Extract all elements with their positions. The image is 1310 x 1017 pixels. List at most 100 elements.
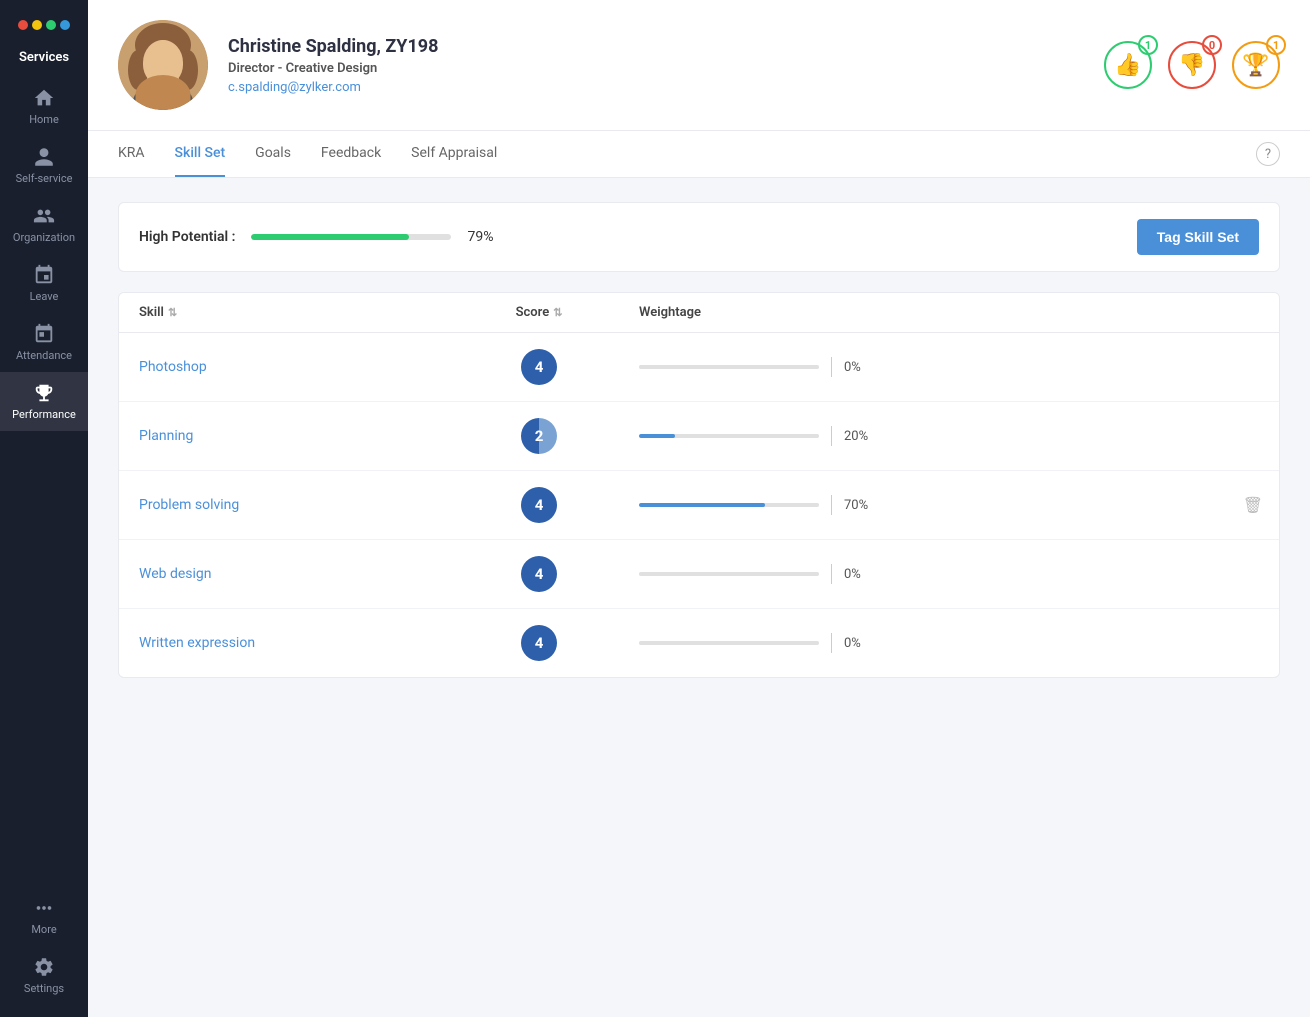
leave-icon bbox=[33, 264, 55, 286]
attendance-label: Attendance bbox=[16, 349, 72, 362]
sidebar-item-settings[interactable]: Settings bbox=[0, 946, 88, 1005]
settings-icon bbox=[33, 956, 55, 978]
weight-track-writtenexpression bbox=[639, 641, 819, 645]
potential-fill bbox=[251, 234, 409, 240]
help-icon[interactable]: ? bbox=[1256, 142, 1280, 166]
delete-icon-problemsolving[interactable]: 🗑 bbox=[1243, 496, 1263, 515]
weight-track-photoshop bbox=[639, 365, 819, 369]
profile-name: Christine Spalding, ZY198 bbox=[228, 36, 1084, 57]
weight-divider bbox=[831, 564, 832, 584]
logo-dot-red bbox=[18, 20, 28, 30]
weight-track-planning bbox=[639, 434, 819, 438]
tab-goals[interactable]: Goals bbox=[255, 131, 291, 177]
weight-pct-webdesign: 0% bbox=[844, 567, 884, 582]
table-row: Photoshop 4 0% bbox=[119, 333, 1279, 402]
thumbdown-badge: 0 👎 bbox=[1168, 41, 1216, 89]
skill-name-photoshop[interactable]: Photoshop bbox=[139, 359, 439, 375]
sidebar-item-leave[interactable]: Leave bbox=[0, 254, 88, 313]
sidebar-item-attendance[interactable]: Attendance bbox=[0, 313, 88, 372]
potential-percent: 79% bbox=[467, 229, 493, 245]
profile-role-title: Director bbox=[228, 61, 274, 76]
weight-fill-planning bbox=[639, 434, 675, 438]
home-label: Home bbox=[29, 113, 59, 126]
score-badge-problemsolving: 4 bbox=[521, 487, 557, 523]
skills-table-header: Skill ⇅ Score ⇅ Weightage bbox=[119, 293, 1279, 333]
table-row: Written expression 4 0% bbox=[119, 609, 1279, 677]
tab-kra[interactable]: KRA bbox=[118, 131, 145, 177]
tab-selfappraisal[interactable]: Self Appraisal bbox=[411, 131, 497, 177]
skill-name-writtenexpression[interactable]: Written expression bbox=[139, 635, 439, 651]
weight-fill-problemsolving bbox=[639, 503, 765, 507]
score-badge-photoshop: 4 bbox=[521, 349, 557, 385]
weight-divider bbox=[831, 633, 832, 653]
potential-bar: High Potential : 79% Tag Skill Set bbox=[118, 202, 1280, 272]
weight-divider bbox=[831, 357, 832, 377]
selfservice-label: Self-service bbox=[16, 172, 73, 185]
avatar-image bbox=[118, 20, 208, 110]
skill-sort-icon[interactable]: ⇅ bbox=[168, 306, 177, 319]
potential-label: High Potential : bbox=[139, 229, 235, 245]
score-badge-webdesign: 4 bbox=[521, 556, 557, 592]
potential-track bbox=[251, 234, 451, 240]
profile-info: Christine Spalding, ZY198 Director - Cre… bbox=[228, 36, 1084, 95]
award-button[interactable]: 🏆 bbox=[1232, 41, 1280, 89]
main-content: Christine Spalding, ZY198 Director - Cre… bbox=[88, 0, 1310, 1017]
sidebar: Services Home Self-service Organization … bbox=[0, 0, 88, 1017]
weightage-problemsolving: 70% bbox=[639, 495, 1259, 515]
app-logo bbox=[18, 12, 70, 38]
weight-divider bbox=[831, 426, 832, 446]
table-row: Problem solving 4 70% 🗑 bbox=[119, 471, 1279, 540]
weightage-planning: 20% bbox=[639, 426, 1259, 446]
profile-actions: 1 👍 0 👎 1 🏆 bbox=[1104, 41, 1280, 89]
settings-label: Settings bbox=[24, 982, 64, 995]
sidebar-item-home[interactable]: Home bbox=[0, 77, 88, 136]
profile-email[interactable]: c.spalding@zylker.com bbox=[228, 80, 1084, 95]
tab-skillset[interactable]: Skill Set bbox=[175, 131, 226, 177]
logo-dot-yellow bbox=[32, 20, 42, 30]
more-icon bbox=[33, 897, 55, 919]
skills-table: Skill ⇅ Score ⇅ Weightage Photoshop 4 bbox=[118, 292, 1280, 678]
selfservice-icon bbox=[33, 146, 55, 168]
more-label: More bbox=[31, 923, 56, 936]
sidebar-item-organization[interactable]: Organization bbox=[0, 195, 88, 254]
logo-dot-green bbox=[46, 20, 56, 30]
weightage-webdesign: 0% bbox=[639, 564, 1259, 584]
tabs-bar: KRA Skill Set Goals Feedback Self Apprai… bbox=[88, 131, 1310, 178]
thumbup-button[interactable]: 👍 bbox=[1104, 41, 1152, 89]
skill-name-problemsolving[interactable]: Problem solving bbox=[139, 497, 439, 513]
thumbdown-button[interactable]: 👎 bbox=[1168, 41, 1216, 89]
weight-pct-planning: 20% bbox=[844, 429, 884, 444]
score-badge-writtenexpression: 4 bbox=[521, 625, 557, 661]
avatar bbox=[118, 20, 208, 110]
score-sort-icon[interactable]: ⇅ bbox=[553, 306, 562, 319]
trophy-icon bbox=[33, 382, 55, 404]
weight-pct-problemsolving: 70% bbox=[844, 498, 884, 513]
profile-header: Christine Spalding, ZY198 Director - Cre… bbox=[88, 0, 1310, 131]
skill-name-webdesign[interactable]: Web design bbox=[139, 566, 439, 582]
weightage-photoshop: 0% bbox=[639, 357, 1259, 377]
profile-department: Creative Design bbox=[286, 61, 378, 76]
col-skill: Skill ⇅ bbox=[139, 305, 439, 320]
weight-pct-photoshop: 0% bbox=[844, 360, 884, 375]
profile-role-separator: - bbox=[278, 61, 286, 76]
org-label: Organization bbox=[13, 231, 75, 244]
tag-skill-button[interactable]: Tag Skill Set bbox=[1137, 219, 1259, 255]
weight-pct-writtenexpression: 0% bbox=[844, 636, 884, 651]
content-area: High Potential : 79% Tag Skill Set Skill… bbox=[88, 178, 1310, 1017]
services-label: Services bbox=[19, 46, 69, 77]
sidebar-item-performance[interactable]: Performance bbox=[0, 372, 88, 431]
weight-divider bbox=[831, 495, 832, 515]
profile-role: Director - Creative Design bbox=[228, 61, 1084, 76]
weight-track-webdesign bbox=[639, 572, 819, 576]
org-icon bbox=[33, 205, 55, 227]
skill-name-planning[interactable]: Planning bbox=[139, 428, 439, 444]
attendance-icon bbox=[33, 323, 55, 345]
col-score: Score ⇅ bbox=[439, 305, 639, 320]
performance-label: Performance bbox=[12, 408, 76, 421]
sidebar-item-selfservice[interactable]: Self-service bbox=[0, 136, 88, 195]
logo-dot-blue bbox=[60, 20, 70, 30]
tab-feedback[interactable]: Feedback bbox=[321, 131, 381, 177]
home-icon bbox=[33, 87, 55, 109]
sidebar-item-more[interactable]: More bbox=[0, 887, 88, 946]
score-badge-planning: 2 bbox=[521, 418, 557, 454]
